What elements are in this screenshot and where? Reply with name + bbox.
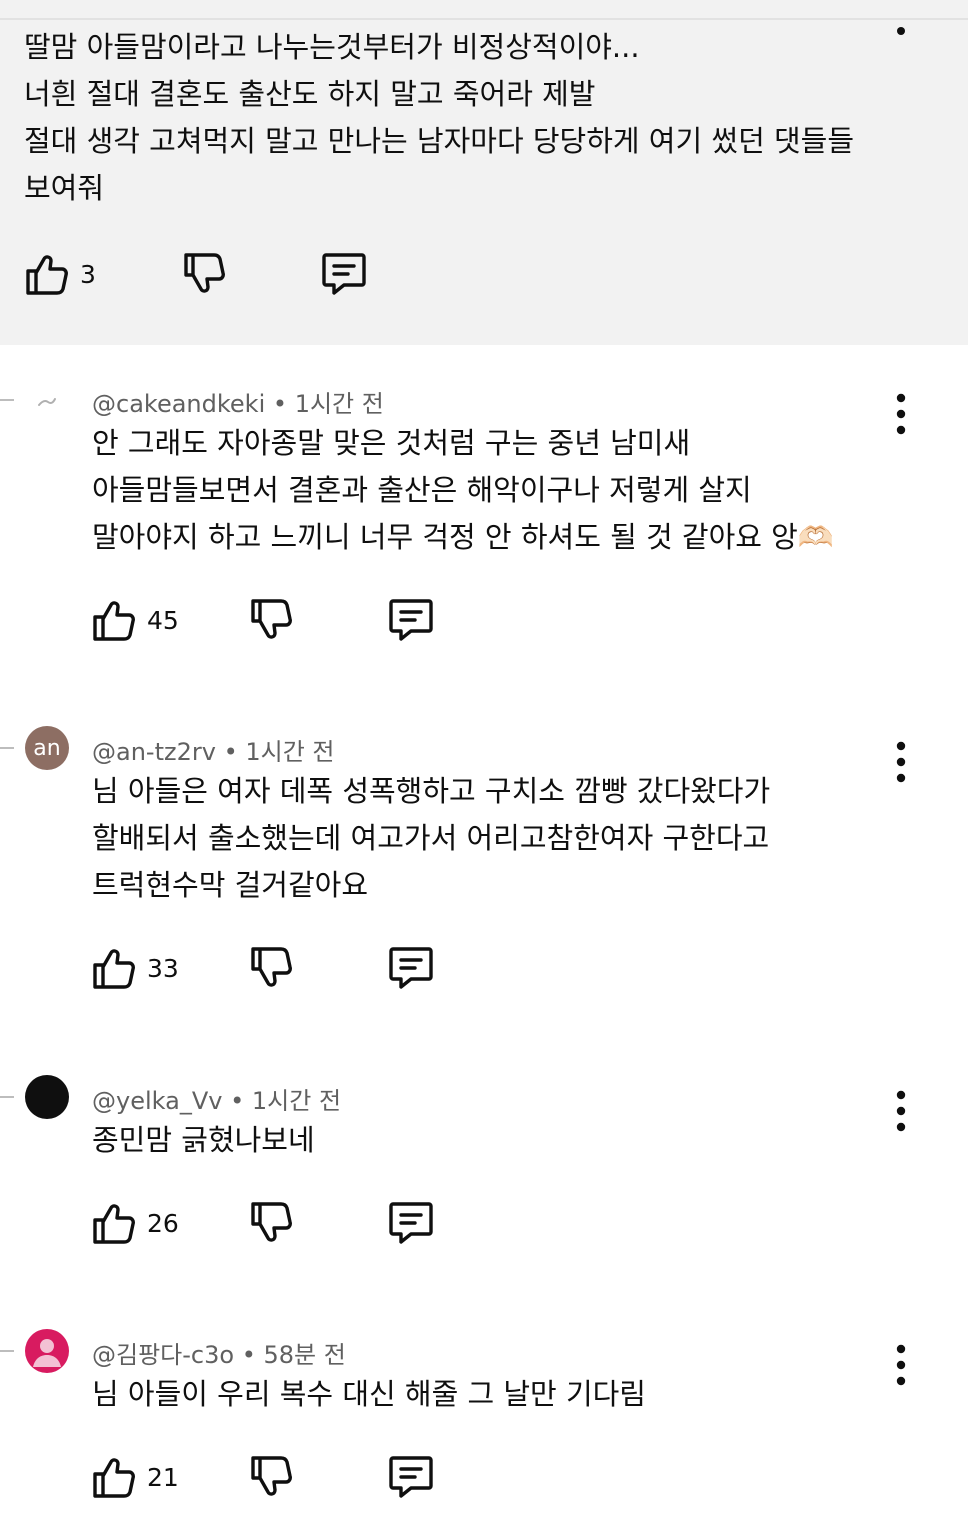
- top-divider: [0, 18, 968, 20]
- thumbs-down-icon: [247, 1199, 295, 1247]
- comment-text: 종민맘 긁혔나보네: [92, 1117, 892, 1164]
- thumbs-up-icon: [22, 250, 70, 298]
- comment-meta: @김팡다-c3o • 58분 전: [92, 1335, 346, 1370]
- comment-line: 안 그래도 자아종말 맞은 것처럼 구는 중년 남미새: [92, 426, 691, 460]
- comment-time[interactable]: 1시간 전: [252, 1087, 341, 1115]
- like-button[interactable]: 26: [89, 1199, 179, 1247]
- avatar[interactable]: [25, 1075, 69, 1119]
- comment-line: 절대 생각 고쳐먹지 말고 만나는 남자마다 당당하게 여기 썼던 댓들들: [24, 124, 855, 158]
- meta-separator: •: [230, 1087, 245, 1115]
- meta-separator: •: [272, 390, 288, 418]
- highlighted-comment-text: 딸맘 아들맘이라고 나누는것부터가 비정상적이야... 너흰 절대 결혼도 출산…: [24, 24, 904, 212]
- like-count: 21: [147, 1462, 179, 1492]
- thumbs-up-icon: [89, 596, 137, 644]
- comment-line: 트럭현수막 걸거같아요: [92, 868, 369, 902]
- comment-text: 님 아들이 우리 복수 대신 해줄 그 날만 기다림: [92, 1371, 892, 1418]
- reply-button[interactable]: [387, 944, 435, 992]
- comment-time[interactable]: 1시간 전: [245, 738, 334, 766]
- thread-line: [0, 1096, 14, 1098]
- reply-comment-icon: [320, 250, 368, 298]
- comment-line: 님 아들이 우리 복수 대신 해줄 그 날만 기다림: [92, 1377, 646, 1411]
- like-count: 45: [147, 605, 179, 635]
- reply-button[interactable]: [387, 1199, 435, 1247]
- like-button[interactable]: 33: [89, 944, 179, 992]
- avatar[interactable]: [25, 380, 69, 424]
- thread-line: [0, 399, 14, 401]
- thumbs-up-icon: [89, 1453, 137, 1501]
- reply-button[interactable]: [387, 596, 435, 644]
- like-count: 3: [80, 259, 96, 289]
- comment-meta: @yelka_Vv • 1시간 전: [92, 1081, 341, 1116]
- comment-line: 종민맘 긁혔나보네: [92, 1123, 315, 1157]
- avatar[interactable]: [25, 1329, 69, 1373]
- comment-meta: @cakeandkeki • 1시간 전: [92, 384, 384, 419]
- reply-comment-icon: [387, 1199, 435, 1247]
- comment-text: 님 아들은 여자 데폭 성폭행하고 구치소 깜빵 갔다왔다가 할배되서 출소했는…: [92, 768, 892, 909]
- comment-actions: 45: [0, 596, 968, 656]
- avatar-sketch-icon: [38, 398, 56, 406]
- thumbs-down-icon: [180, 250, 228, 298]
- comment-actions: 26: [0, 1199, 968, 1259]
- comment-text: 안 그래도 자아종말 맞은 것처럼 구는 중년 남미새 아들맘들보면서 결혼과 …: [92, 420, 892, 561]
- thumbs-up-icon: [89, 1199, 137, 1247]
- author-handle[interactable]: @김팡다-c3o: [92, 1341, 234, 1369]
- dislike-button[interactable]: [247, 1199, 295, 1247]
- thumbs-down-icon: [247, 596, 295, 644]
- comment-line: 보여줘: [24, 171, 105, 205]
- comment-line: 님 아들은 여자 데폭 성폭행하고 구치소 깜빵 갔다왔다가: [92, 774, 771, 808]
- meta-separator: •: [223, 738, 238, 766]
- comment-time[interactable]: 1시간 전: [295, 390, 384, 418]
- comment-line: 딸맘 아들맘이라고 나누는것부터가 비정상적이야...: [24, 30, 640, 64]
- like-button[interactable]: 45: [89, 596, 179, 644]
- reply-comment-icon: [387, 596, 435, 644]
- comment-line: 말아야지 하고 느끼니 너무 걱정 안 하셔도 될 것 같아요 앙🫶🏻: [92, 520, 834, 554]
- reply-button[interactable]: [320, 250, 368, 298]
- avatar[interactable]: an: [25, 726, 69, 770]
- thumbs-up-icon: [89, 944, 137, 992]
- author-handle[interactable]: @cakeandkeki: [92, 390, 265, 418]
- thumbs-down-icon: [247, 944, 295, 992]
- like-count: 33: [147, 953, 179, 983]
- like-count: 26: [147, 1208, 179, 1238]
- comment-meta: @an-tz2rv • 1시간 전: [92, 732, 335, 767]
- reply-comment-icon: [387, 1453, 435, 1501]
- thread-line: [0, 747, 14, 749]
- highlighted-comment-actions: 3: [0, 250, 968, 310]
- comment-line: 너흰 절대 결혼도 출산도 하지 말고 죽어라 제발: [24, 77, 596, 111]
- reply-button[interactable]: [387, 1453, 435, 1501]
- comment-line: 할배되서 출소했는데 여고가서 어리고참한여자 구한다고: [92, 821, 770, 855]
- comment-actions: 21: [0, 1453, 968, 1513]
- default-user-icon: [33, 1339, 61, 1367]
- dislike-button[interactable]: [180, 250, 228, 298]
- comment-actions: 33: [0, 944, 968, 1004]
- like-button[interactable]: 3: [22, 250, 96, 298]
- comment-time[interactable]: 58분 전: [264, 1341, 346, 1369]
- author-handle[interactable]: @yelka_Vv: [92, 1087, 222, 1115]
- dislike-button[interactable]: [247, 1453, 295, 1501]
- avatar-initials: an: [33, 735, 61, 761]
- thread-line: [0, 1350, 14, 1352]
- thumbs-down-icon: [247, 1453, 295, 1501]
- dislike-button[interactable]: [247, 596, 295, 644]
- author-handle[interactable]: @an-tz2rv: [92, 738, 216, 766]
- comment-line: 아들맘들보면서 결혼과 출산은 해악이구나 저렇게 살지: [92, 473, 752, 507]
- dislike-button[interactable]: [247, 944, 295, 992]
- like-button[interactable]: 21: [89, 1453, 179, 1501]
- reply-comment-icon: [387, 944, 435, 992]
- meta-separator: •: [241, 1341, 256, 1369]
